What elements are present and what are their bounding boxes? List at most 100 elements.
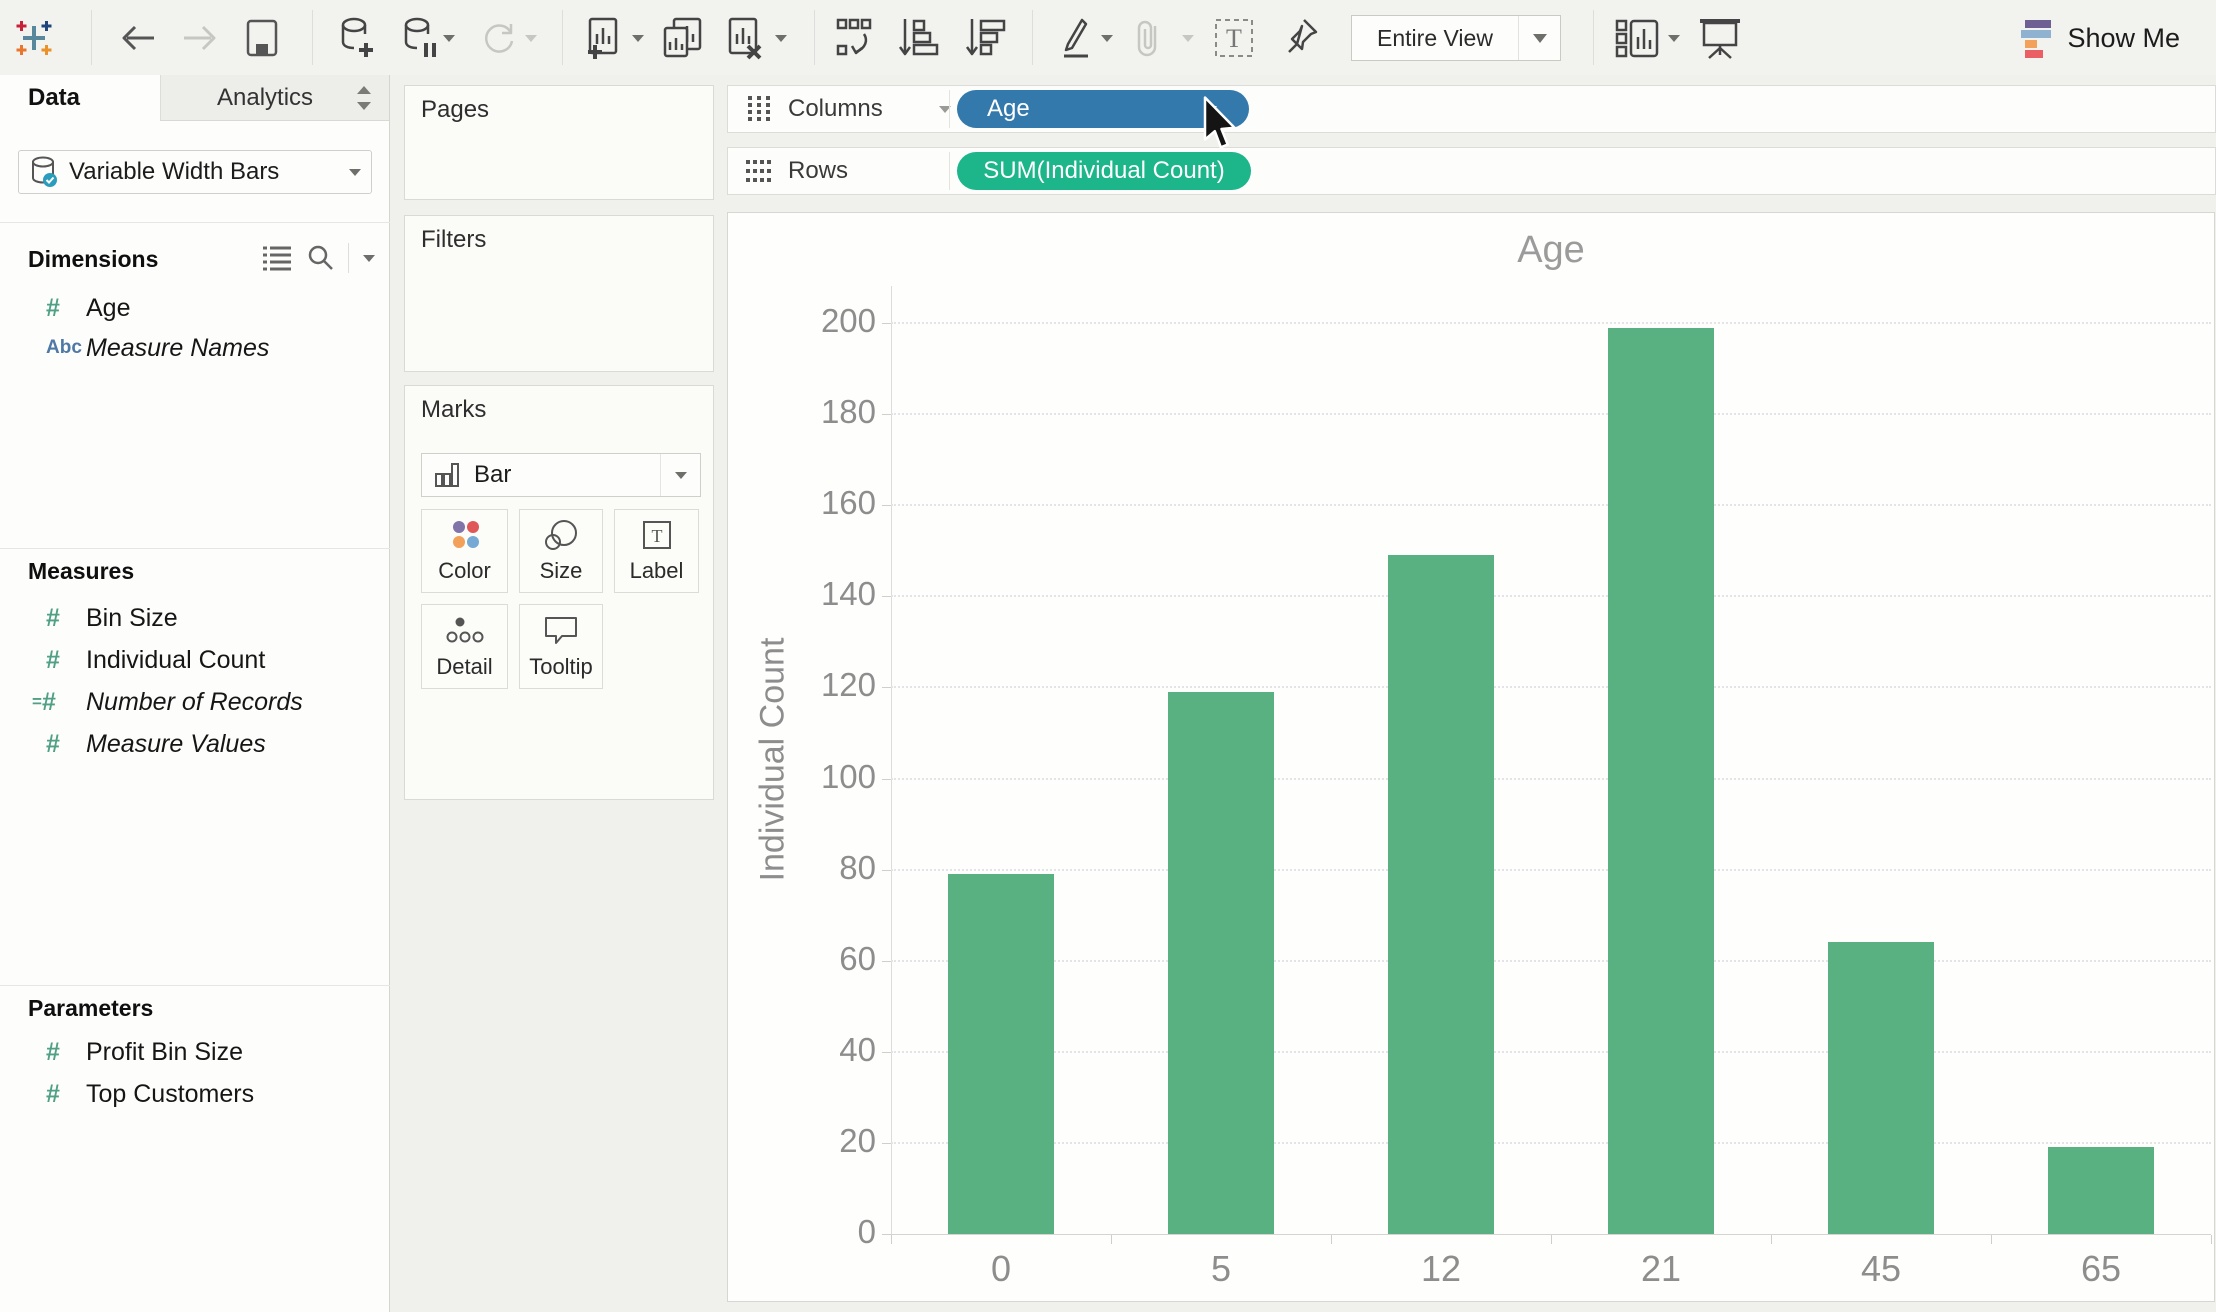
tooltip-button-label: Tooltip: [529, 654, 593, 679]
x-tick-label[interactable]: 5: [1141, 1248, 1301, 1290]
presentation-mode-button[interactable]: [1696, 17, 1744, 59]
pages-shelf[interactable]: Pages: [404, 85, 714, 200]
sort-ascending-button[interactable]: [897, 17, 941, 59]
y-tick: [882, 778, 891, 780]
y-tick-label[interactable]: 40: [728, 1031, 876, 1069]
data-source-dropdown[interactable]: [349, 168, 361, 176]
bar-mark[interactable]: [1168, 691, 1274, 1234]
y-axis-line: [891, 286, 892, 1235]
color-button[interactable]: Color: [421, 509, 508, 593]
field-top-customers[interactable]: # Top Customers: [0, 1074, 388, 1114]
field-profit-bin-size[interactable]: # Profit Bin Size: [0, 1032, 388, 1072]
view-data-as-table-icon[interactable]: [262, 244, 292, 272]
y-tick-label[interactable]: 60: [728, 940, 876, 978]
highlight-button[interactable]: [1056, 17, 1096, 59]
label-button[interactable]: T Label: [614, 509, 699, 593]
mark-type-value: Bar: [474, 461, 512, 488]
bar-mark[interactable]: [948, 874, 1054, 1234]
calculated-number-field-icon: =#: [32, 687, 56, 716]
field-bin-size[interactable]: # Bin Size: [0, 598, 388, 638]
mouse-cursor: [1203, 96, 1236, 149]
group-members-button[interactable]: [1130, 17, 1166, 59]
field-individual-count[interactable]: # Individual Count: [0, 640, 388, 680]
y-tick: [882, 687, 891, 689]
show-hide-cards-button[interactable]: [1614, 17, 1662, 59]
show-mark-labels-button[interactable]: T: [1212, 17, 1256, 59]
undo-button[interactable]: [117, 17, 157, 59]
rows-shelf-label: Rows: [788, 157, 849, 184]
new-data-source-button[interactable]: [336, 17, 378, 59]
clear-sheet-dropdown[interactable]: [775, 17, 787, 59]
find-field-icon[interactable]: [306, 244, 334, 272]
fix-axes-pin-button[interactable]: [1282, 17, 1322, 59]
pause-auto-updates-dropdown[interactable]: [443, 17, 455, 59]
duplicate-sheet-button[interactable]: [660, 17, 706, 59]
number-field-icon: #: [46, 1079, 60, 1108]
data-source-selector[interactable]: Variable Width Bars: [18, 150, 372, 194]
x-tick-label[interactable]: 21: [1581, 1248, 1741, 1290]
y-tick: [882, 414, 891, 416]
x-tick-label[interactable]: 65: [2021, 1248, 2181, 1290]
run-update-dropdown[interactable]: [525, 17, 537, 59]
x-tick-label[interactable]: 45: [1801, 1248, 1961, 1290]
pane-swap-icon[interactable]: [353, 84, 375, 112]
data-pane: Data Analytics Variable Width Bars Dimen…: [0, 75, 390, 1312]
field-label: Measure Names: [86, 333, 270, 362]
chart-title: Age: [1517, 229, 1585, 271]
tooltip-button[interactable]: Tooltip: [519, 604, 603, 689]
bar-mark[interactable]: [1608, 327, 1714, 1234]
rows-shelf[interactable]: Rows SUM(Individual Count): [727, 147, 2216, 195]
x-tick-label[interactable]: 12: [1361, 1248, 1521, 1290]
y-tick-label[interactable]: 140: [728, 575, 876, 613]
filters-shelf[interactable]: Filters: [404, 215, 714, 372]
measures-title: Measures: [28, 558, 135, 584]
tab-analytics[interactable]: Analytics: [160, 75, 389, 120]
rows-pill[interactable]: SUM(Individual Count): [957, 152, 1251, 190]
field-age[interactable]: # Age: [0, 288, 388, 328]
swap-rows-columns-button[interactable]: [834, 17, 878, 59]
show-me-button[interactable]: Show Me: [2015, 17, 2180, 59]
redo-button[interactable]: [181, 17, 221, 59]
field-measure-values[interactable]: # Measure Values: [0, 724, 388, 764]
tab-data[interactable]: Data: [0, 75, 160, 121]
highlight-dropdown[interactable]: [1101, 17, 1113, 59]
x-tick: [1111, 1235, 1112, 1244]
gridline: [891, 1050, 2211, 1053]
pause-auto-updates-button[interactable]: [399, 17, 441, 59]
fit-selector[interactable]: Entire View: [1351, 15, 1561, 61]
columns-shelf[interactable]: Columns Age: [727, 85, 2216, 133]
y-tick-label[interactable]: 100: [728, 758, 876, 796]
rows-pill-label: SUM(Individual Count): [983, 157, 1225, 184]
bar-mark[interactable]: [1828, 942, 1934, 1234]
show-hide-cards-dropdown[interactable]: [1668, 17, 1680, 59]
x-tick-label[interactable]: 0: [921, 1248, 1081, 1290]
mark-type-dropdown[interactable]: [660, 454, 700, 496]
new-worksheet-button[interactable]: [582, 17, 626, 59]
run-update-button[interactable]: [478, 17, 520, 59]
new-worksheet-dropdown[interactable]: [632, 17, 644, 59]
save-button[interactable]: [245, 17, 279, 59]
y-tick-label[interactable]: 160: [728, 484, 876, 522]
bar-mark[interactable]: [1388, 555, 1494, 1234]
clear-sheet-button[interactable]: [722, 17, 766, 60]
gridline: [891, 868, 2211, 871]
tableau-logo-icon[interactable]: [14, 17, 54, 59]
sort-descending-button[interactable]: [964, 17, 1008, 59]
y-tick-label[interactable]: 200: [728, 302, 876, 340]
color-icon: [452, 521, 479, 548]
y-tick-label[interactable]: 80: [728, 849, 876, 887]
detail-button[interactable]: Detail: [421, 604, 508, 689]
dimensions-menu-dropdown[interactable]: [363, 254, 375, 262]
bar-mark[interactable]: [2048, 1147, 2154, 1234]
y-tick-label[interactable]: 0: [728, 1213, 876, 1251]
mark-type-selector[interactable]: Bar: [421, 453, 701, 497]
y-tick-label[interactable]: 180: [728, 393, 876, 431]
group-members-dropdown[interactable]: [1182, 17, 1194, 59]
y-tick: [882, 1142, 891, 1144]
fit-selector-dropdown[interactable]: [1518, 16, 1560, 60]
y-tick-label[interactable]: 20: [728, 1122, 876, 1160]
field-number-of-records[interactable]: =# Number of Records: [0, 682, 388, 722]
size-button[interactable]: Size: [519, 509, 603, 593]
field-measure-names[interactable]: Abc Measure Names: [0, 328, 388, 368]
y-tick-label[interactable]: 120: [728, 666, 876, 704]
